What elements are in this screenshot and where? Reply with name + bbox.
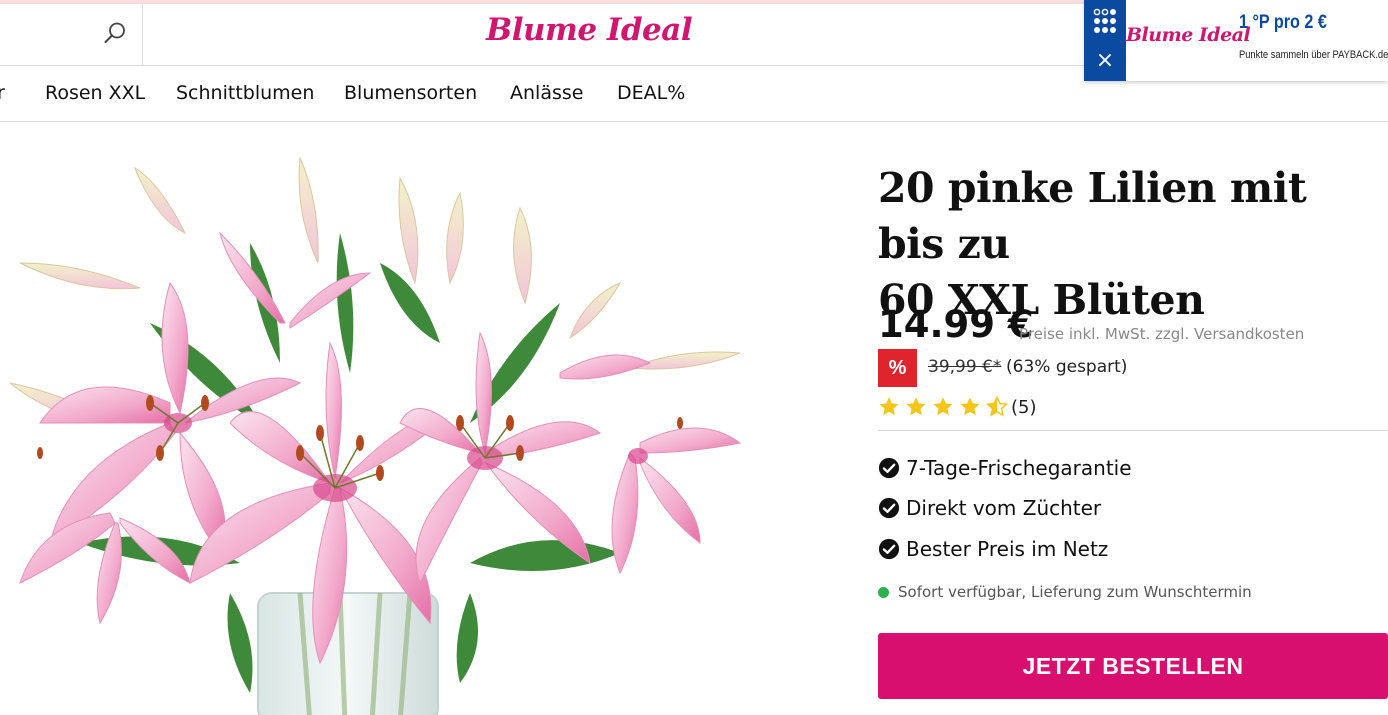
price-note[interactable]: Preise inkl. MwSt. zzgl. Versandkosten	[1019, 325, 1304, 343]
check-circle-icon	[878, 457, 900, 479]
sale-badge: %	[878, 349, 917, 387]
availability-text: Sofort verfügbar, Lieferung zum Wunschte…	[898, 583, 1252, 601]
availability-dot-icon	[878, 586, 889, 598]
payback-partner-logo: Blume Ideal	[1126, 24, 1251, 46]
check-circle-icon	[878, 538, 900, 560]
lily-bouquet-image	[9, 156, 742, 715]
nav-item-deal[interactable]: DEAL%	[617, 82, 685, 104]
nav-item-rosen-xxl[interactable]: Rosen XXL	[45, 82, 145, 104]
feature-label: 7-Tage-Frischegarantie	[906, 456, 1132, 480]
nav-item-truncated[interactable]: r	[0, 82, 5, 104]
nav-item-anlaesse[interactable]: Anlässe	[510, 82, 583, 104]
star-icon	[906, 397, 926, 416]
nav-item-schnittblumen[interactable]: Schnittblumen	[176, 82, 314, 104]
search-icon[interactable]	[103, 21, 127, 45]
star-icon	[960, 397, 980, 416]
rating-count[interactable]: (5)	[1011, 397, 1037, 418]
feature-label: Bester Preis im Netz	[906, 537, 1109, 561]
half-star-icon	[986, 396, 1008, 417]
payback-dots-icon	[1093, 8, 1116, 33]
payback-subtext: Punkte sammeln über PAYBACK.de	[1239, 49, 1388, 61]
star-icon	[879, 397, 899, 416]
savings-text: (63% gespart)	[1006, 357, 1128, 377]
payback-points-text: 1 °P pro 2 €	[1239, 12, 1327, 33]
main-nav: r Rosen XXL Schnittblumen Blumensorten A…	[0, 66, 1388, 122]
search-box[interactable]	[0, 4, 143, 65]
feature-best-price: Bester Preis im Netz	[878, 537, 1108, 561]
feature-direct-grower: Direkt vom Züchter	[878, 496, 1101, 520]
availability-status: Sofort verfügbar, Lieferung zum Wunschte…	[878, 583, 1252, 601]
product-price: 14.99 €	[878, 303, 1034, 346]
product-image[interactable]	[0, 123, 760, 715]
divider	[878, 430, 1388, 431]
check-circle-icon	[878, 497, 900, 519]
logo-text: Blume Ideal	[486, 12, 693, 48]
rating-stars[interactable]: (5)	[878, 396, 1037, 420]
feature-label: Direkt vom Züchter	[906, 496, 1102, 520]
old-price: 39,99 €*	[928, 357, 1002, 377]
site-logo[interactable]: Blume Ideal	[486, 12, 693, 58]
star-icon	[933, 397, 953, 416]
nav-item-blumensorten[interactable]: Blumensorten	[344, 82, 477, 104]
feature-freshness: 7-Tage-Frischegarantie	[878, 456, 1132, 480]
product-title-line1: 20 pinke Lilien mit bis zu	[878, 164, 1307, 268]
order-button[interactable]: JETZT BESTELLEN	[878, 633, 1388, 699]
